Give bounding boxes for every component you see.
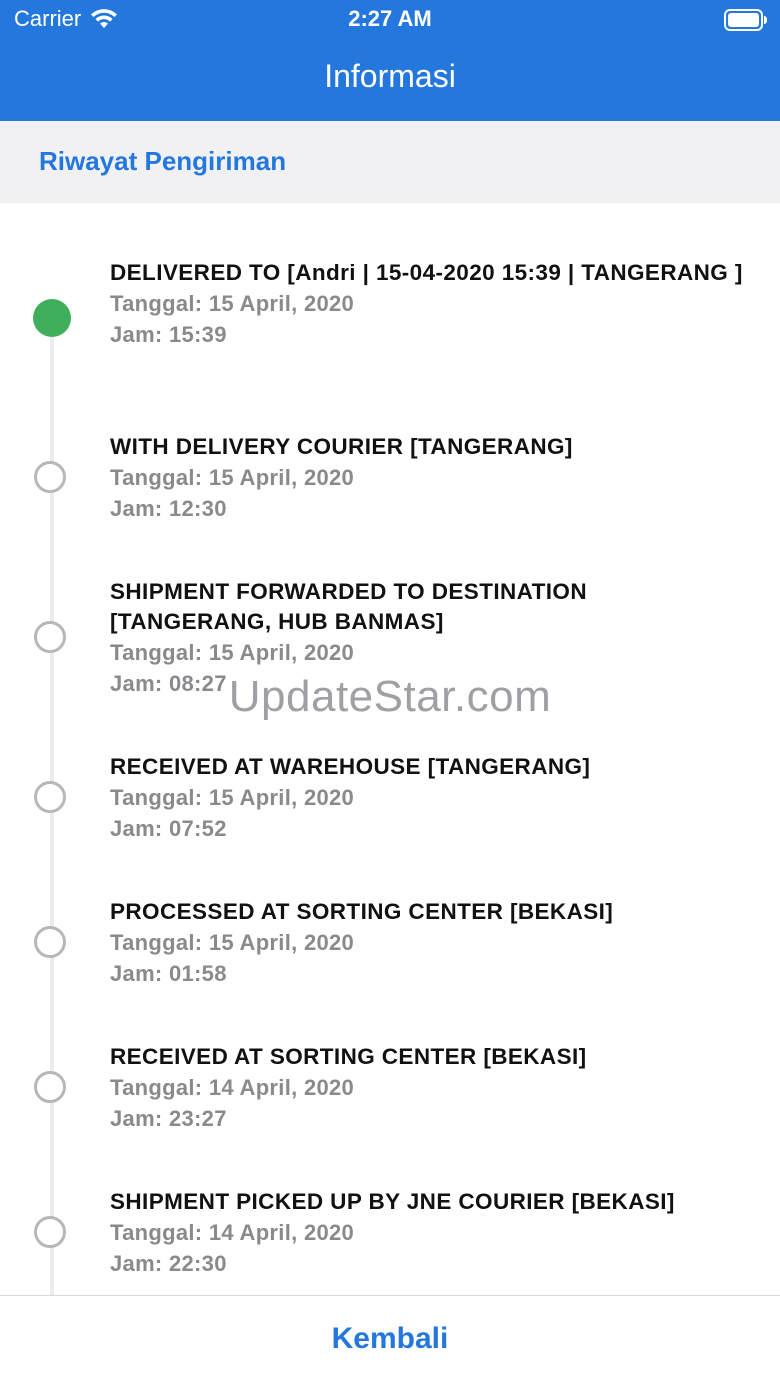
status-dot: [34, 926, 66, 958]
event-title: WITH DELIVERY COURIER [TANGERANG]: [110, 434, 573, 459]
navigation-bar: Informasi: [0, 40, 780, 121]
event-title: SHIPMENT PICKED UP BY JNE COURIER [BEKAS…: [110, 1189, 675, 1214]
event-text: DELIVERED TO [Andri | 15-04-2020 15:39 |…: [110, 258, 750, 350]
event-date: Tanggal: 15 April, 2020: [110, 465, 355, 490]
event-time: Jam: 22:30: [110, 1251, 227, 1276]
event-time: Jam: 23:27: [110, 1106, 227, 1131]
status-dot-active: [33, 299, 71, 337]
page-title: Informasi: [324, 58, 456, 94]
status-dot: [34, 621, 66, 653]
event-date: Tanggal: 15 April, 2020: [110, 640, 355, 665]
event-text: PROCESSED AT SORTING CENTER [BEKASI] Tan…: [110, 897, 750, 989]
event-time: Jam: 07:52: [110, 816, 227, 841]
event-text: WITH DELIVERY COURIER [TANGERANG] Tangga…: [110, 432, 750, 524]
event-date: Tanggal: 15 April, 2020: [110, 930, 355, 955]
event-time: Jam: 15:39: [110, 322, 227, 347]
event-title: RECEIVED AT WAREHOUSE [TANGERANG]: [110, 754, 591, 779]
event-title: SHIPMENT FORWARDED TO DESTINATION [TANGE…: [110, 579, 587, 634]
footer-bar: Kembali: [0, 1295, 780, 1388]
status-dot: [34, 1216, 66, 1248]
back-button[interactable]: Kembali: [0, 1322, 780, 1356]
status-dot: [34, 461, 66, 493]
battery-icon: [724, 9, 767, 31]
status-dot: [34, 781, 66, 813]
event-text: RECEIVED AT WAREHOUSE [TANGERANG] Tangga…: [110, 752, 750, 844]
event-date: Tanggal: 15 April, 2020: [110, 291, 355, 316]
event-text: SHIPMENT PICKED UP BY JNE COURIER [BEKAS…: [110, 1187, 750, 1279]
status-dot: [34, 1071, 66, 1103]
event-time: Jam: 01:58: [110, 961, 227, 986]
event-date: Tanggal: 14 April, 2020: [110, 1075, 355, 1100]
watermark: UpdateStar.com: [228, 672, 552, 721]
event-time: Jam: 12:30: [110, 496, 227, 521]
event-text: RECEIVED AT SORTING CENTER [BEKASI] Tang…: [110, 1042, 750, 1134]
status-bar: Carrier 2:27 AM: [0, 0, 780, 40]
event-title: RECEIVED AT SORTING CENTER [BEKASI]: [110, 1044, 587, 1069]
status-time: 2:27 AM: [348, 6, 432, 31]
event-date: Tanggal: 14 April, 2020: [110, 1220, 355, 1245]
section-title: Riwayat Pengiriman: [39, 146, 287, 176]
section-header: Riwayat Pengiriman: [0, 121, 780, 203]
event-title: PROCESSED AT SORTING CENTER [BEKASI]: [110, 899, 614, 924]
event-title: DELIVERED TO [Andri | 15-04-2020 15:39 |…: [110, 260, 743, 285]
event-date: Tanggal: 15 April, 2020: [110, 785, 355, 810]
